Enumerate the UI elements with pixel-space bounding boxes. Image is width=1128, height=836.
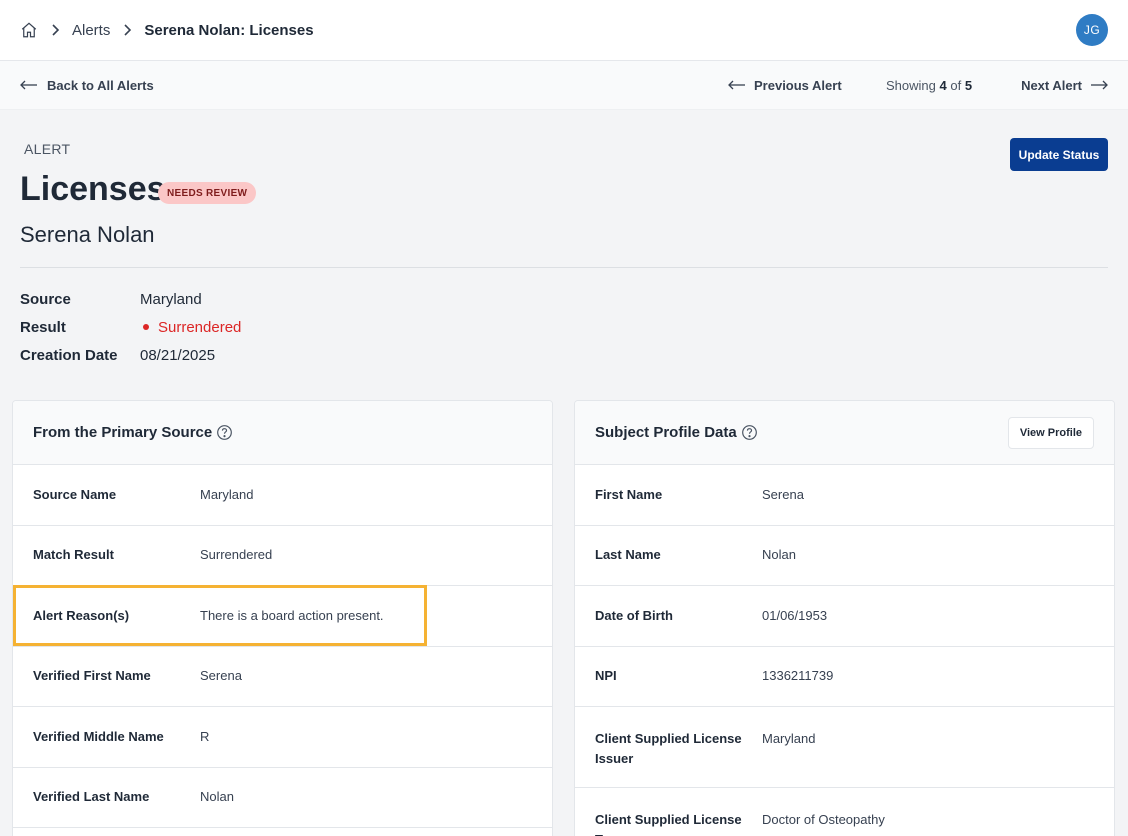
field-key: Date of Birth [595,607,673,623]
help-icon[interactable] [216,424,233,441]
alert-navigation: Back to All Alerts Previous Alert Showin… [0,61,1128,110]
status-badge: NEEDS REVIEW [158,182,257,204]
field-row: Source Name Maryland [13,465,552,526]
meta-result-value: Surrendered [140,319,241,336]
field-value: There is a board action present. [200,607,384,623]
current-index: 4 [939,77,947,93]
field-value: Doctor of Osteopathy [762,812,885,827]
field-row: Client Supplied License Issuer Maryland [575,707,1114,788]
field-key: Verified Middle Name [33,728,164,744]
field-value: Serena [200,668,242,684]
breadcrumb-current: Serena Nolan: Licenses [144,21,314,39]
page-title: Licenses [20,170,166,208]
meta-value: 08/21/2025 [140,346,216,364]
field-row: Date of Birth 01/06/1953 [575,586,1114,647]
meta-row-source: Source Maryland [20,285,241,313]
previous-alert-label: Previous Alert [754,77,842,93]
meta-row-result: Result Surrendered [20,313,241,341]
card-title: Subject Profile Data [595,424,737,441]
field-row: Match Result Surrendered [13,526,552,586]
card-title: From the Primary Source [33,424,213,441]
card-header: From the Primary Source [13,401,552,465]
field-key: Client Supplied License Type [595,812,742,836]
subject-name: Serena Nolan [20,222,155,247]
field-key: Last Name [595,547,661,563]
meta-value: Surrendered [158,318,242,336]
field-key: Verified First Name [33,668,151,684]
field-value: Surrendered [200,547,273,563]
field-value: Maryland [200,486,254,502]
of-word: of [950,77,962,93]
breadcrumb-alerts-link[interactable]: Alerts [72,22,110,39]
field-value: 01/06/1953 [762,607,828,623]
field-value: R [200,728,210,744]
field-row: Last Name Nolan [575,526,1114,586]
arrow-left-icon [728,80,746,90]
meta-value: Maryland [140,290,202,308]
divider [20,267,1108,268]
card-header: Subject Profile Data View Profile [575,401,1114,465]
field-row: Client Supplied License Type Doctor of O… [575,788,1114,836]
help-icon[interactable] [741,424,758,441]
field-value: Serena [762,486,804,502]
meta-key: Source [20,290,71,308]
user-avatar[interactable]: JG [1076,14,1108,46]
field-value: Maryland [762,731,816,746]
arrow-right-icon [1090,80,1108,90]
home-icon[interactable] [20,21,38,39]
status-dot-icon [143,324,149,330]
alert-eyebrow: ALERT [24,141,71,157]
chevron-right-icon [50,24,60,36]
previous-alert-button[interactable]: Previous Alert [728,78,842,93]
view-profile-button[interactable]: View Profile [1007,417,1094,449]
back-label: Back to All Alerts [47,77,154,93]
update-status-button[interactable]: Update Status [1010,138,1108,171]
next-alert-label: Next Alert [1021,77,1082,93]
field-key: Source Name [33,486,117,502]
meta-row-creation-date: Creation Date 08/21/2025 [20,341,241,369]
next-alert-button[interactable]: Next Alert [1021,78,1108,93]
field-value: 1336211739 [762,668,834,684]
subject-profile-card: Subject Profile Data View Profile First … [574,400,1115,836]
top-bar: Alerts Serena Nolan: Licenses JG [0,0,1128,61]
field-key: NPI [595,668,617,684]
field-key: Client Supplied License Issuer [595,731,742,766]
primary-source-card: From the Primary Source Source Name Mary… [12,400,553,836]
field-row: First Name Serena [575,465,1114,526]
back-to-alerts-link[interactable]: Back to All Alerts [20,78,154,93]
chevron-right-icon [122,24,132,36]
alert-meta: Source Maryland Result Surrendered Creat… [20,285,241,369]
field-key: Match Result [33,547,114,563]
field-row: Verified First Name Serena [13,647,552,707]
field-key: Verified Last Name [33,789,150,805]
field-key: First Name [595,486,663,502]
meta-key: Result [20,318,66,336]
field-value: Nolan [762,547,796,563]
field-row: NPI 1336211739 [575,647,1114,707]
meta-key: Creation Date [20,346,118,364]
field-value: Nolan [200,789,234,805]
breadcrumb: Alerts Serena Nolan: Licenses [20,21,314,39]
field-row-alert-reason: Alert Reason(s) There is a board action … [13,585,552,647]
showing-prefix: Showing [886,77,936,93]
total-count: 5 [964,77,973,93]
field-row: Verified Middle Name R [13,707,552,768]
field-key: Alert Reason(s) [33,607,130,623]
arrow-left-icon [20,80,38,90]
alert-position-indicator: Showing 4 of 5 [886,78,972,93]
field-row: Verified Last Name Nolan [13,768,552,828]
